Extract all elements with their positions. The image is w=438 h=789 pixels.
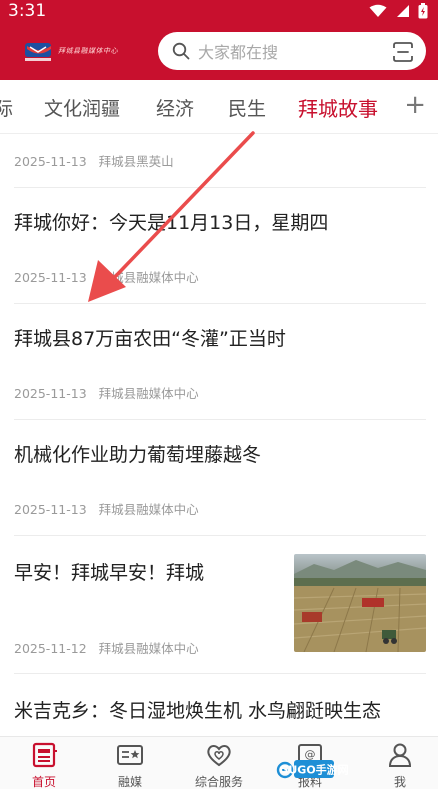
item-thumbnail[interactable] <box>294 554 426 652</box>
farm-field-image <box>294 554 426 652</box>
nav-home[interactable]: 首页 <box>0 737 88 789</box>
news-item[interactable]: 拜城县87万亩农田“冬灌”正当时 2025-11-13 拜城县融媒体中心 <box>14 304 426 420</box>
watermark-logo: GUGO手游网 <box>276 760 349 779</box>
news-item-with-image[interactable]: 早安！拜城早安！拜城 2025-11-12 拜城县融媒体中心 <box>14 536 426 674</box>
item-title: 早安！拜城早安！拜城 <box>14 562 205 584</box>
bottom-nav: 首页 融媒 综合服务 @ 报料 我 <box>0 736 438 789</box>
item-title: 机械化作业助力葡萄埋藤越冬 <box>14 444 262 466</box>
item-source: 拜城县融媒体中心 <box>98 641 199 656</box>
heart-service-icon <box>207 745 231 767</box>
nav-label: 融媒 <box>117 775 142 789</box>
news-icon <box>32 742 57 768</box>
app-screen: 3:31 拜城县融媒体中心 大家都在搜 际 文化润疆 经济 民生 拜城故事 + … <box>0 0 438 789</box>
nav-me[interactable]: 我 <box>356 737 438 789</box>
status-icons <box>369 3 428 19</box>
logo-text: 拜城县融媒体中心 <box>58 47 118 55</box>
watermark-text: GUGO手游网 <box>279 763 348 777</box>
item-date: 2025-11-13 <box>14 270 87 285</box>
status-time: 3:31 <box>8 1 47 21</box>
search-bar[interactable]: 大家都在搜 <box>158 32 426 70</box>
nav-media[interactable]: 融媒 <box>86 737 174 789</box>
item-source: 拜城县融媒体中心 <box>98 270 199 285</box>
news-feed: 2025-11-13 拜城县黑英山 拜城你好：今天是11月13日，星期四 2025… <box>0 134 438 736</box>
news-item[interactable]: 拜城你好：今天是11月13日，星期四 2025-11-13 拜城县融媒体中心 <box>14 188 426 304</box>
item-title: 拜城县87万亩农田“冬灌”正当时 <box>14 328 286 350</box>
search-icon <box>172 42 190 60</box>
battery-icon <box>418 3 428 19</box>
logo-mark-icon <box>25 43 51 61</box>
item-source: 拜城县融媒体中心 <box>98 502 199 517</box>
news-item[interactable]: 机械化作业助力葡萄埋藤越冬 2025-11-13 拜城县融媒体中心 <box>14 420 426 536</box>
item-meta: 2025-11-12 拜城县融媒体中心 <box>14 638 199 657</box>
search-placeholder: 大家都在搜 <box>198 43 279 62</box>
item-meta: 2025-11-13 拜城县融媒体中心 <box>14 383 199 402</box>
app-logo[interactable]: 拜城县融媒体中心 <box>24 38 132 64</box>
tab-livelihood[interactable]: 民生 <box>228 94 266 121</box>
nav-label: 综合服务 <box>194 775 243 789</box>
item-date: 2025-11-13 <box>14 502 87 517</box>
category-tabs: 际 文化润疆 经济 民生 拜城故事 + <box>0 80 438 134</box>
item-meta: 2025-11-13 拜城县黑英山 <box>14 151 174 170</box>
item-title: 拜城你好：今天是11月13日，星期四 <box>14 212 329 234</box>
tab-baicheng-story[interactable]: 拜城故事 <box>298 93 378 122</box>
item-meta: 2025-11-13 拜城县融媒体中心 <box>14 267 199 286</box>
signal-icon <box>397 5 409 17</box>
tab-economy[interactable]: 经济 <box>156 94 194 121</box>
news-item[interactable]: 2025-11-13 拜城县黑英山 <box>14 134 426 188</box>
item-source: 拜城县黑英山 <box>98 154 174 169</box>
item-date: 2025-11-13 <box>14 154 87 169</box>
item-date: 2025-11-13 <box>14 386 87 401</box>
tab-partial[interactable]: 际 <box>0 94 13 121</box>
app-header: 3:31 拜城县融媒体中心 大家都在搜 <box>0 0 438 80</box>
item-meta: 2025-11-13 拜城县融媒体中心 <box>14 499 199 518</box>
scan-icon[interactable] <box>392 41 414 63</box>
item-date: 2025-11-12 <box>14 641 87 656</box>
nav-label: 首页 <box>31 775 56 789</box>
nav-label: 我 <box>393 775 406 789</box>
item-title: 米吉克乡：冬日湿地焕生机 水鸟翩跹映生态 <box>14 700 382 722</box>
item-source: 拜城县融媒体中心 <box>98 386 199 401</box>
media-icon <box>117 745 143 765</box>
add-tab-button[interactable]: + <box>404 90 426 120</box>
user-icon <box>388 743 412 767</box>
tab-culture[interactable]: 文化润疆 <box>44 94 120 121</box>
nav-services[interactable]: 综合服务 <box>175 737 263 789</box>
news-item[interactable]: 米吉克乡：冬日湿地焕生机 水鸟翩跹映生态 <box>14 674 426 736</box>
wifi-icon <box>369 4 387 17</box>
